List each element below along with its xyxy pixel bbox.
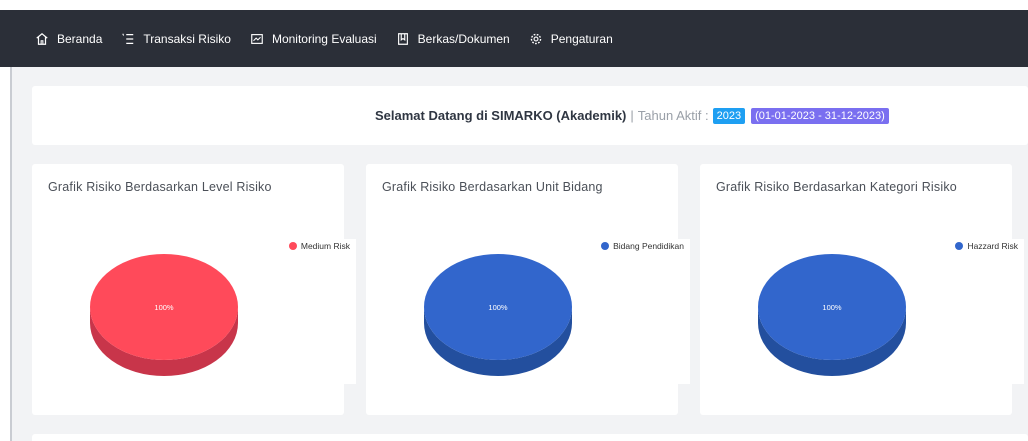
nav-label: Pengaturan bbox=[550, 31, 613, 46]
welcome-banner: Selamat Datang di SIMARKO (Akademik) | T… bbox=[32, 86, 1028, 145]
dashboard-content: Selamat Datang di SIMARKO (Akademik) | T… bbox=[12, 67, 1028, 441]
nav-item-pengaturan[interactable]: Pengaturan bbox=[528, 31, 613, 47]
pie-chart: 100% bbox=[424, 254, 572, 376]
nav-item-berkas-dokumen[interactable]: Berkas/Dokumen bbox=[395, 31, 510, 47]
nav-label: Beranda bbox=[57, 31, 103, 46]
nav-label: Transaksi Risiko bbox=[143, 31, 231, 46]
pie-value-label: 100% bbox=[488, 303, 508, 312]
pie-chart: 100% bbox=[758, 254, 906, 376]
monitor-icon bbox=[249, 31, 265, 47]
home-icon bbox=[34, 31, 50, 47]
pie-value-label: 100% bbox=[154, 303, 174, 312]
pie-chart: 100% bbox=[90, 254, 238, 376]
chart-card-kategori-risiko: Grafik Risiko Berdasarkan Kategori Risik… bbox=[700, 164, 1024, 415]
nav-item-transaksi-risiko[interactable]: Transaksi Risiko bbox=[120, 31, 231, 47]
document-icon bbox=[395, 31, 411, 47]
chart-card-unit-bidang: Grafik Risiko Berdasarkan Unit Bidang Bi… bbox=[366, 164, 690, 415]
nav-item-monitoring-evaluasi[interactable]: Monitoring Evaluasi bbox=[249, 31, 377, 47]
nav-label: Monitoring Evaluasi bbox=[271, 31, 377, 46]
list-icon bbox=[120, 31, 136, 47]
bottom-panel bbox=[32, 434, 1028, 441]
date-range-badge: (01-01-2023 - 31-12-2023) bbox=[751, 107, 889, 124]
year-badge: 2023 bbox=[712, 107, 746, 124]
chart-card-level-risiko: Grafik Risiko Berdasarkan Level Risiko M… bbox=[32, 164, 356, 415]
card-title: Grafik Risiko Berdasarkan Unit Bidang bbox=[382, 180, 603, 194]
welcome-title: Selamat Datang di SIMARKO (Akademik) bbox=[375, 108, 627, 123]
card-title: Grafik Risiko Berdasarkan Kategori Risik… bbox=[716, 180, 957, 194]
welcome-separator: | bbox=[630, 108, 634, 123]
nav-item-beranda[interactable]: Beranda bbox=[34, 31, 102, 47]
nav-label: Berkas/Dokumen bbox=[417, 31, 510, 46]
gear-icon bbox=[528, 31, 544, 47]
card-title: Grafik Risiko Berdasarkan Level Risiko bbox=[48, 180, 272, 194]
pie-value-label: 100% bbox=[822, 303, 842, 312]
top-navbar: Beranda Transaksi Risiko Monitoring Eval… bbox=[0, 10, 1028, 67]
active-year-label: Tahun Aktif : bbox=[637, 108, 709, 123]
